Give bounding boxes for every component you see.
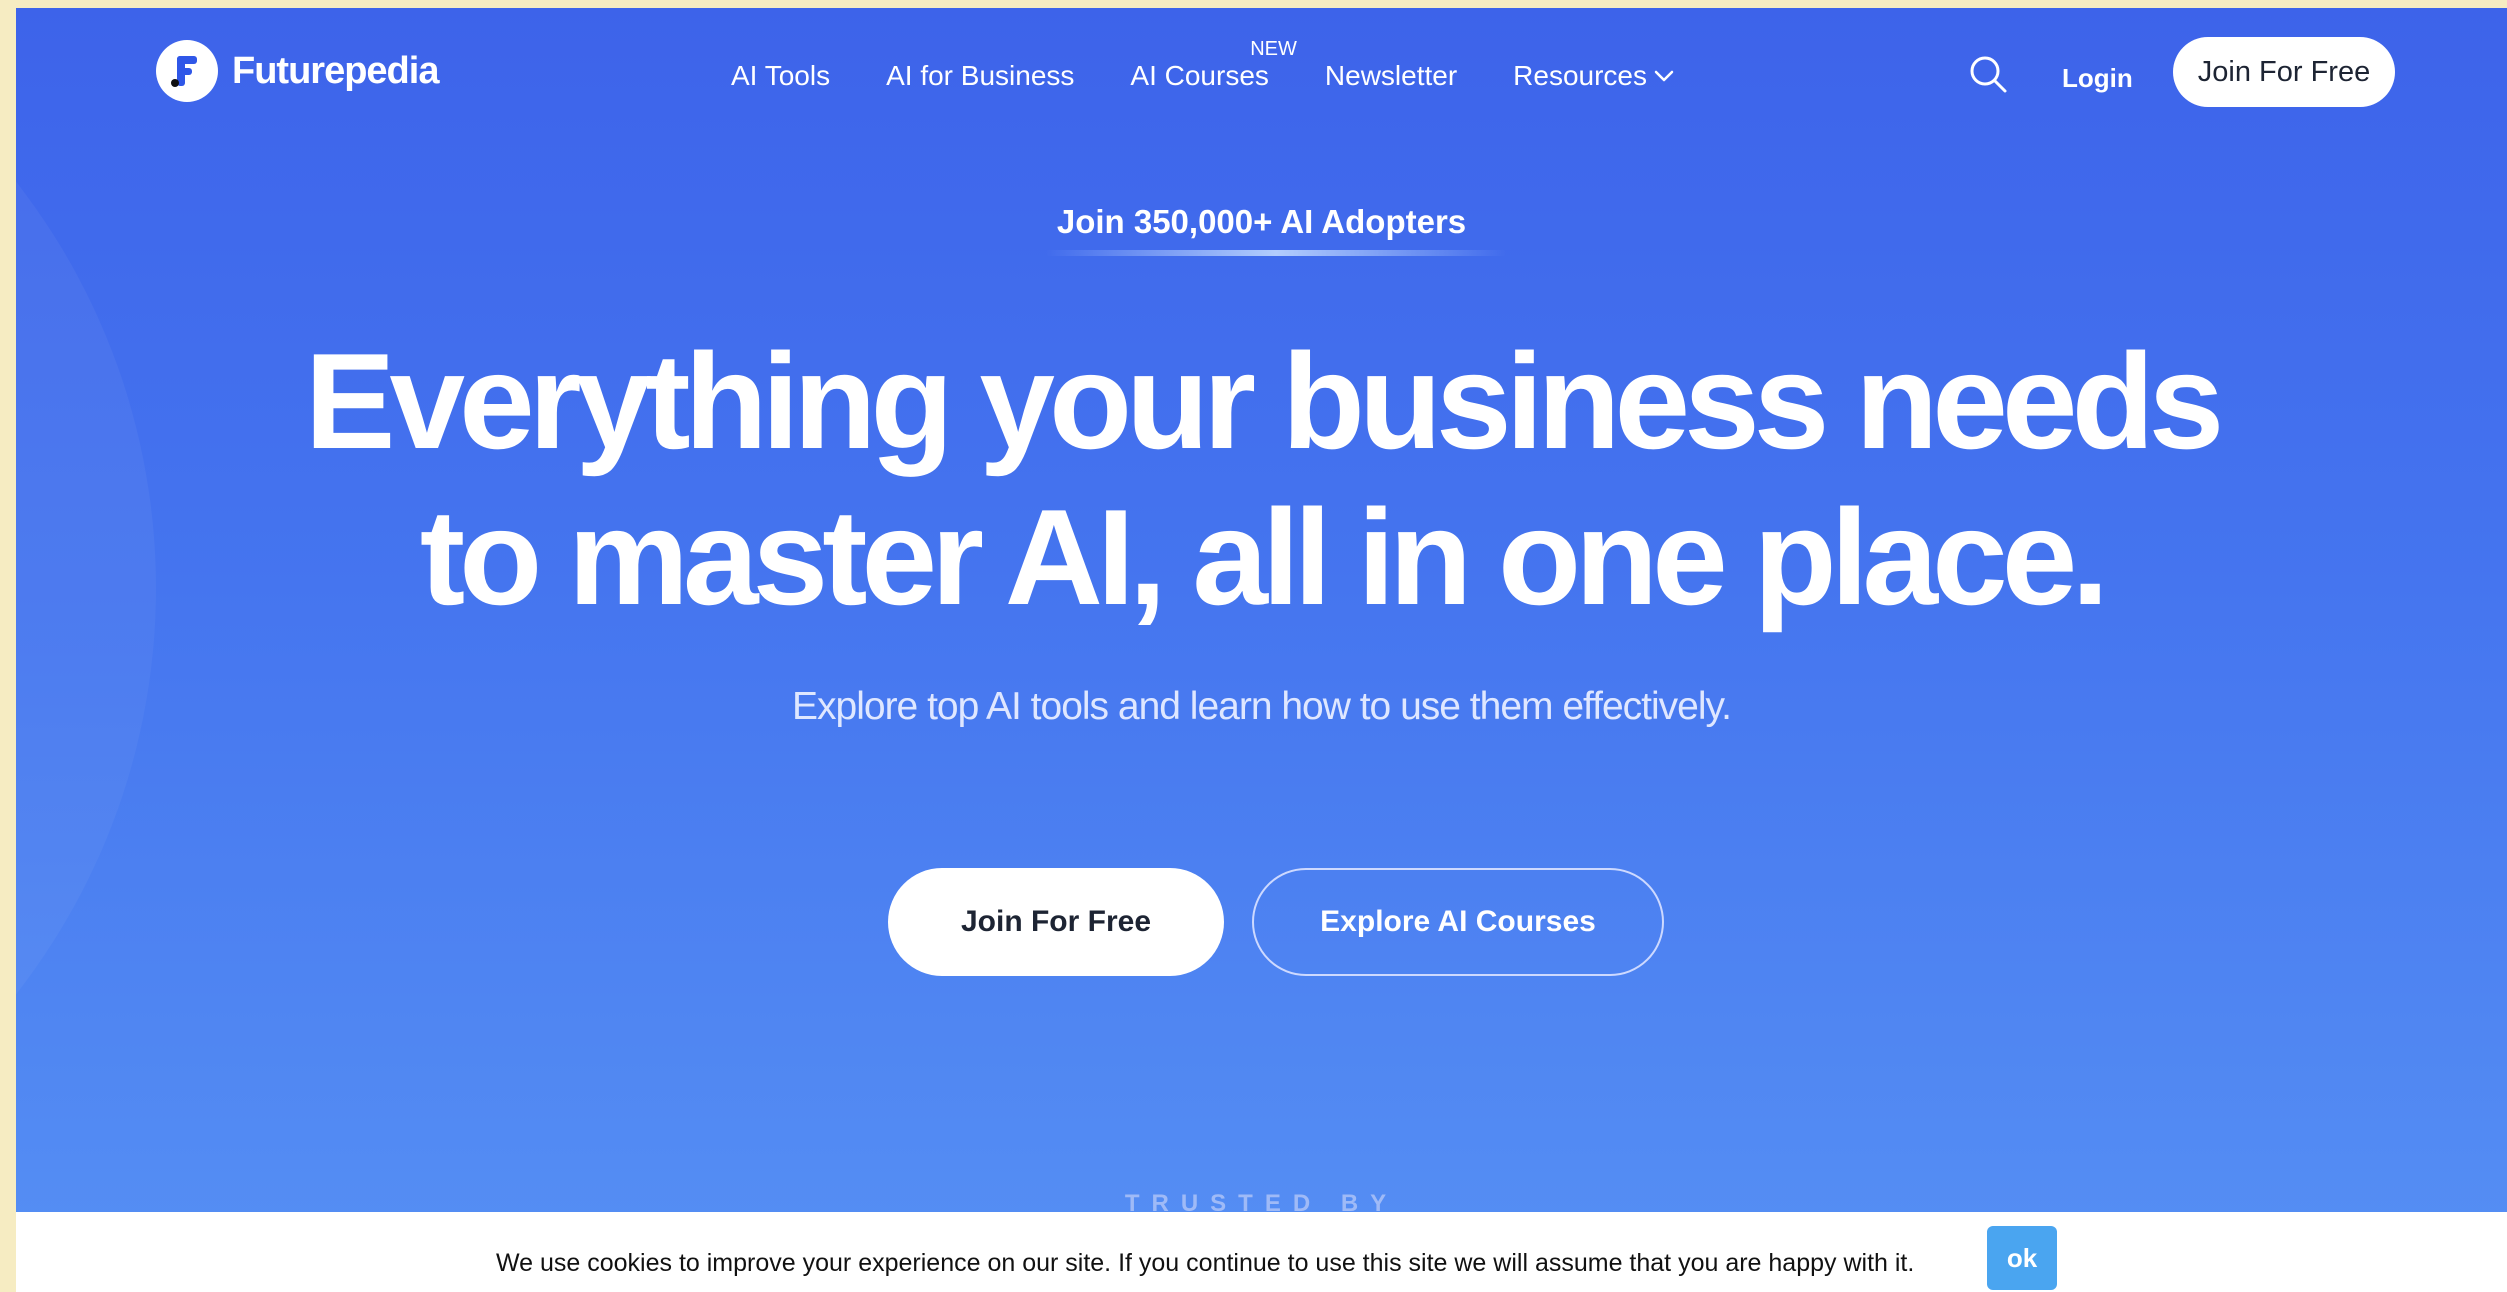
futurepedia-logo-icon <box>156 40 218 102</box>
nav-ai-courses[interactable]: AI Courses NEW <box>1130 38 1297 92</box>
tagline-underline <box>1046 250 1506 256</box>
nav-newsletter[interactable]: Newsletter <box>1325 60 1457 92</box>
main-nav: AI Tools AI for Business AI Courses NEW … <box>731 38 1675 92</box>
hero-headline: Everything your business needs to master… <box>16 323 2507 635</box>
hero-subtitle: Explore top AI tools and learn how to us… <box>792 685 1732 728</box>
page: Futurepedia AI Tools AI for Business AI … <box>16 8 2507 1292</box>
nav-ai-courses-label: AI Courses <box>1130 60 1269 91</box>
headline-line-2: to master AI, all in one place. <box>419 481 2109 633</box>
nav-ai-for-business-label: AI for Business <box>886 60 1075 91</box>
nav-resources-label: Resources <box>1513 60 1648 91</box>
logo-text: Futurepedia <box>232 49 439 92</box>
nav-resources[interactable]: Resources <box>1513 60 1675 92</box>
cookie-message: We use cookies to improve your experienc… <box>496 1249 1915 1277</box>
headline-line-1: Everything your business needs <box>304 325 2225 477</box>
nav-ai-for-business[interactable]: AI for Business <box>886 60 1074 92</box>
join-for-free-button[interactable]: Join For Free <box>888 868 1224 976</box>
nav-ai-tools[interactable]: AI Tools <box>731 60 830 92</box>
cookie-ok-button[interactable]: ok <box>1987 1226 2057 1290</box>
search-icon[interactable] <box>1966 52 2010 96</box>
login-link[interactable]: Login <box>2062 63 2133 94</box>
new-badge: NEW <box>1250 38 1297 60</box>
cookie-banner: We use cookies to improve your experienc… <box>16 1212 2507 1292</box>
nav-newsletter-label: Newsletter <box>1324 60 1458 91</box>
explore-ai-courses-button[interactable]: Explore AI Courses <box>1252 868 1664 976</box>
join-for-free-header-button[interactable]: Join For Free <box>2173 37 2395 107</box>
logo[interactable]: Futurepedia <box>156 40 439 102</box>
nav-ai-tools-label: AI Tools <box>731 60 831 91</box>
hero-tagline: Join 350,000+ AI Adopters <box>1056 203 1467 240</box>
chevron-down-icon <box>1654 70 1674 82</box>
